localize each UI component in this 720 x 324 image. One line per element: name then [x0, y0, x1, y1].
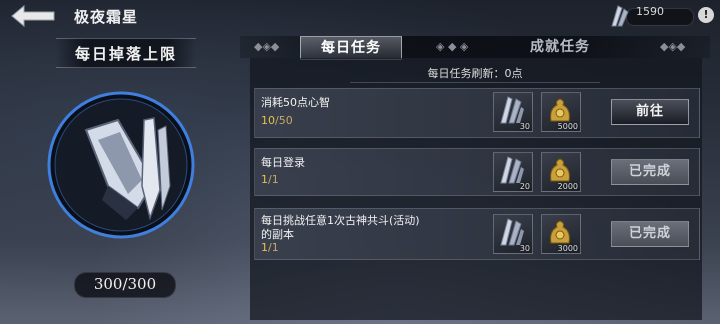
daily-drop-limit-label: 每日掉落上限: [74, 45, 177, 63]
completed-button[interactable]: 已完成: [611, 159, 689, 185]
reward-crystal[interactable]: 20: [493, 152, 533, 192]
currency-display: 1590: [608, 4, 694, 28]
gold-coins-icon: [550, 220, 570, 244]
task-name-line2: 的副本: [261, 228, 294, 241]
currency-amount: 1590: [636, 5, 664, 18]
top-bar: 极夜霜星 1590 !: [0, 0, 720, 34]
crystal-icon: [611, 5, 629, 27]
task-row: 每日登录 1/1 20 2000 已完成: [254, 148, 700, 196]
ornament-icon: ◆◈◆: [660, 40, 686, 53]
page-title: 极夜霜星: [74, 8, 139, 26]
task-progress: 1/1: [261, 173, 279, 186]
drop-count-display: 300/300: [74, 272, 176, 298]
task-name: 每日登录: [261, 156, 305, 169]
back-arrow-icon: [11, 4, 55, 28]
task-panel: 每日任务刷新：0点 消耗50点心智 10/50 30 5000 前往 每日登录 …: [250, 58, 702, 320]
reward-crystal[interactable]: 30: [493, 92, 533, 132]
reward-gold[interactable]: 5000: [541, 92, 581, 132]
tab-achievement-tasks[interactable]: 成就任务: [510, 36, 610, 58]
crystal-icon: [500, 96, 524, 124]
task-row: 消耗50点心智 10/50 30 5000 前往: [254, 88, 700, 138]
task-name: 消耗50点心智: [261, 96, 330, 109]
back-button[interactable]: [10, 4, 56, 28]
reward-gold[interactable]: 2000: [541, 152, 581, 192]
ornament-icon: ◈ ◆ ◈: [436, 40, 469, 53]
reward-crystal[interactable]: 30: [493, 214, 533, 254]
info-button[interactable]: !: [698, 7, 714, 23]
drop-count-value: 300/300: [93, 275, 157, 293]
gold-coins-icon: [550, 158, 570, 182]
task-row: 每日挑战任意1次古神共斗(活动) 的副本 1/1 30 3000 已完成: [254, 208, 700, 260]
reward-gold[interactable]: 3000: [541, 214, 581, 254]
refresh-notice: 每日任务刷新：0点: [350, 66, 600, 83]
crystal-icon: [500, 218, 524, 246]
crystal-icon: [500, 156, 524, 184]
tab-daily-tasks[interactable]: 每日任务: [300, 36, 402, 60]
tab-bar: ◆◈◆ 每日任务 ◈ ◆ ◈ 成就任务 ◆◈◆: [240, 36, 710, 60]
frost-blade-icon: [47, 91, 195, 239]
frost-star-emblem: [46, 90, 196, 240]
go-button[interactable]: 前往: [611, 99, 689, 125]
task-progress: 10/50: [261, 114, 293, 127]
task-progress: 1/1: [261, 241, 279, 254]
ornament-icon: ◆◈◆: [254, 40, 280, 53]
completed-button[interactable]: 已完成: [611, 221, 689, 247]
daily-drop-limit-banner: 每日掉落上限: [56, 38, 196, 68]
gold-coins-icon: [550, 98, 570, 122]
